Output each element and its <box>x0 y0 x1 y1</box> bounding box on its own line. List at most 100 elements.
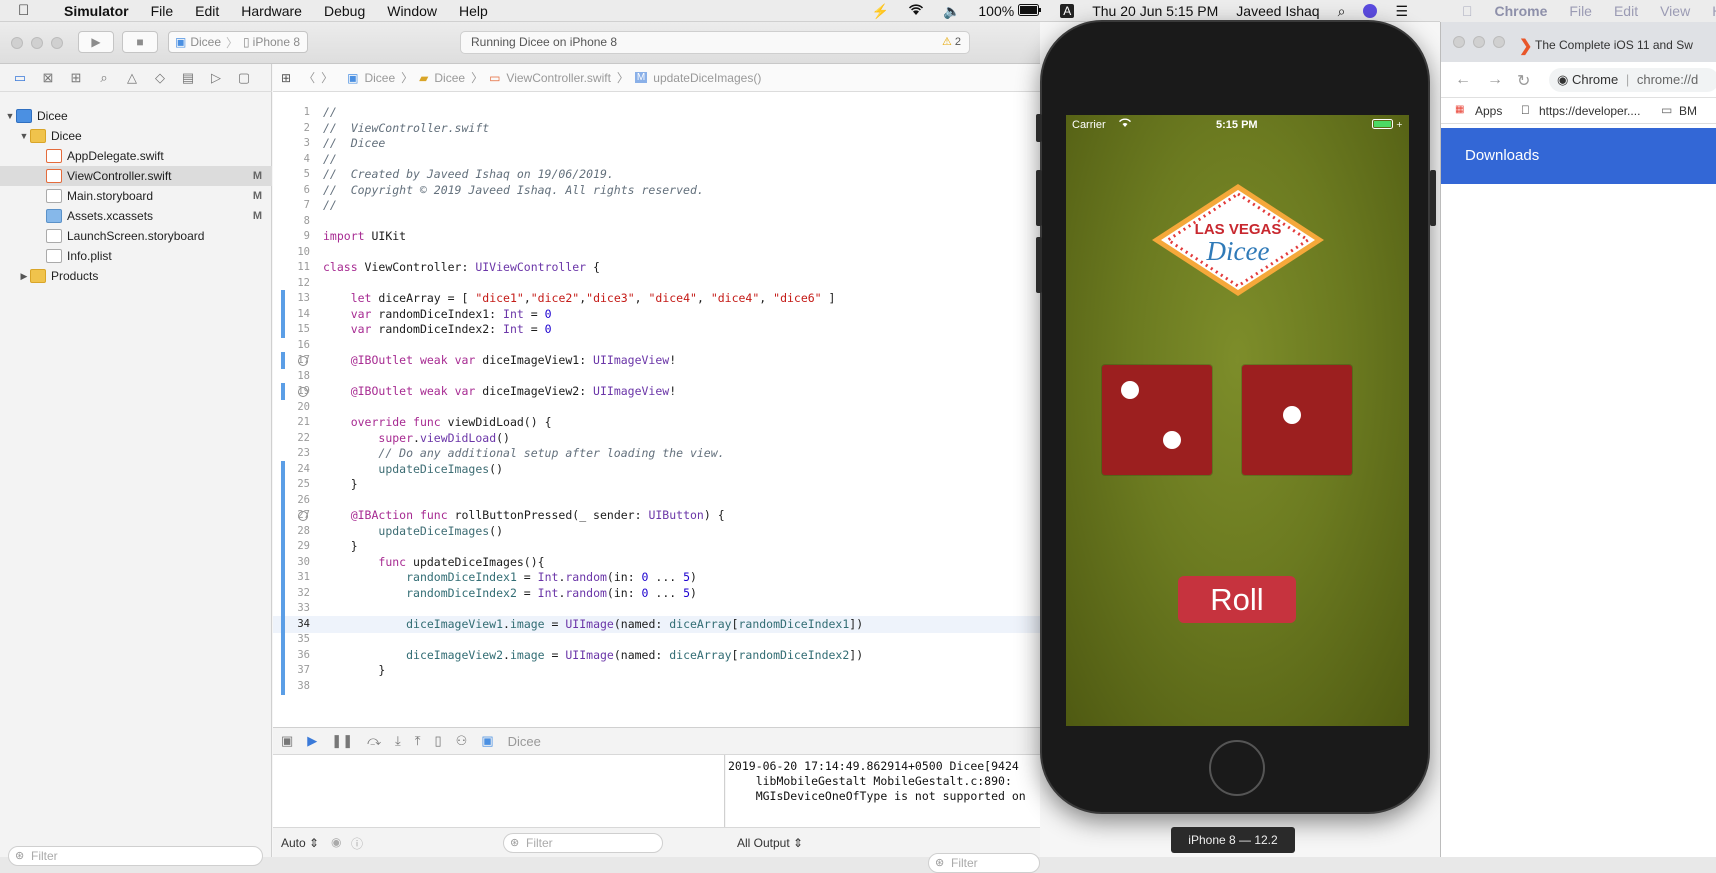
menu-chrome-app[interactable]: Chrome <box>1495 3 1548 19</box>
run-button[interactable]: ▶ <box>78 31 114 53</box>
bookmark-apps[interactable]: Apps <box>1475 104 1502 118</box>
output-selector[interactable]: All Output ⇕ <box>737 836 803 850</box>
code-line[interactable]: 1 // <box>273 104 1040 121</box>
menu-app-name[interactable]: Simulator <box>64 3 129 19</box>
source-control-icon[interactable]: ⊠ <box>34 70 62 86</box>
code-line[interactable]: 11 class ViewController: UIViewController… <box>273 259 1040 276</box>
auto-selector[interactable]: Auto ⇕ <box>281 836 319 850</box>
mute-switch[interactable] <box>1036 114 1042 142</box>
memory-graph-icon[interactable]: ⚇ <box>456 733 468 749</box>
battery-icon[interactable] <box>1018 3 1042 19</box>
menu-chrome-file[interactable]: File <box>1569 3 1592 19</box>
navigator-filter[interactable]: Filter <box>8 846 263 866</box>
omnibox[interactable]: ◉ Chrome | chrome://d <box>1549 68 1716 92</box>
disclosure-open-icon[interactable]: ▼ <box>18 131 30 141</box>
code-line[interactable]: 17 @IBOutlet weak var diceImageView1: UI… <box>273 352 1040 369</box>
code-line[interactable]: 16 <box>273 337 1040 354</box>
volume-up-button[interactable] <box>1036 170 1042 226</box>
chrome-tab[interactable]: The Complete iOS 11 and Sw <box>1535 38 1693 52</box>
console-filter-input[interactable]: Filter <box>928 853 1040 873</box>
code-line[interactable]: 7 // <box>273 197 1040 214</box>
symbol-icon[interactable]: ⊞ <box>62 70 90 86</box>
back-icon[interactable]: ← <box>1455 71 1471 89</box>
tree-file-row[interactable]: AppDelegate.swift <box>0 146 272 166</box>
code-line[interactable]: 32 randomDiceIndex2 = Int.random(in: 0 .… <box>273 584 1040 602</box>
menu-edit[interactable]: Edit <box>195 3 219 19</box>
tree-file-row[interactable]: Assets.xcassets M <box>0 206 272 226</box>
menu-chrome-edit[interactable]: Edit <box>1614 3 1638 19</box>
code-line[interactable]: 26 <box>273 491 1040 509</box>
scheme-selector[interactable]: ▣ Dicee 〉 ▯ iPhone 8 <box>168 31 308 53</box>
view-hierarchy-icon[interactable]: ▯ <box>435 733 442 749</box>
close-window-button[interactable] <box>1453 36 1465 48</box>
menu-file[interactable]: File <box>151 3 174 19</box>
source-editor[interactable]: 1//2// ViewController.swift 3// Dicee 4//5… <box>273 92 1040 727</box>
step-out-icon[interactable]: ⤒ <box>415 733 421 749</box>
back-icon[interactable]: 〈 <box>303 69 315 86</box>
code-line[interactable]: 13 let diceArray = [ "dice1","dice2","di… <box>273 290 1040 307</box>
code-line[interactable]: 23 // Do any additional setup after load… <box>273 445 1040 462</box>
code-line[interactable]: 29 } <box>273 538 1040 555</box>
tree-file-row[interactable]: Main.storyboard M <box>0 186 272 206</box>
tree-group-row[interactable]: ▶ Products <box>0 266 272 286</box>
jump-item[interactable]: Dicee <box>434 71 465 85</box>
tree-project-row[interactable]: ▼ Dicee <box>0 106 272 126</box>
minimize-window-button[interactable] <box>31 37 43 49</box>
notification-center-icon[interactable]: ☰ <box>1395 3 1408 20</box>
code-line[interactable]: 18 <box>273 368 1040 385</box>
siri-icon[interactable] <box>1363 4 1378 18</box>
tree-file-row-selected[interactable]: ViewController.swift M <box>0 166 272 186</box>
report-icon[interactable]: ▢ <box>230 70 258 86</box>
menu-clock[interactable]: Thu 20 Jun 5:15 PM <box>1092 3 1218 19</box>
navigator-filter-input[interactable]: Filter <box>8 846 263 866</box>
reload-icon[interactable]: ↻ <box>1517 71 1530 91</box>
related-items-icon[interactable]: ⊞ <box>281 71 291 85</box>
input-source-icon[interactable]: A <box>1060 4 1075 18</box>
bolt-icon[interactable]: ⚡ <box>872 3 889 20</box>
warning-count[interactable]: ⚠ 2 <box>942 32 961 53</box>
variables-filter-input[interactable]: Filter <box>503 833 663 853</box>
code-line[interactable]: 15 var randomDiceIndex2: Int = 0 <box>273 321 1040 338</box>
tree-file-row[interactable]: Info.plist <box>0 246 272 266</box>
power-button[interactable] <box>1430 170 1436 226</box>
forward-icon[interactable]: 〉 <box>321 69 333 86</box>
home-button[interactable] <box>1209 740 1265 796</box>
breakpoint-nav-icon[interactable]: ▷ <box>202 70 230 86</box>
close-window-button[interactable] <box>11 37 23 49</box>
roll-button[interactable]: Roll <box>1178 576 1296 623</box>
jump-item[interactable]: updateDiceImages() <box>653 71 761 85</box>
code-line[interactable]: 34 diceImageView1.image = UIImage(named:… <box>273 615 1040 633</box>
code-line[interactable]: 6 // Copyright © 2019 Javeed Ishaq. All r… <box>273 182 1040 199</box>
apple-menu-icon[interactable]:  <box>18 2 44 19</box>
volume-icon[interactable]: 🔈 <box>943 3 960 20</box>
code-line[interactable]: 38 <box>273 677 1040 695</box>
tree-group-row[interactable]: ▼ Dicee <box>0 126 272 146</box>
menu-hardware[interactable]: Hardware <box>241 3 302 19</box>
code-line[interactable]: 20 <box>273 399 1040 416</box>
code-line[interactable]: 25 } <box>273 476 1040 493</box>
code-line[interactable]: 5 // Created by Javeed Ishaq on 19/06/201… <box>273 166 1040 183</box>
code-line[interactable]: 10 <box>273 244 1040 261</box>
pause-icon[interactable]: ❚❚ <box>331 733 353 749</box>
volume-down-button[interactable] <box>1036 237 1042 293</box>
issue-icon[interactable]: △ <box>118 70 146 86</box>
menu-debug[interactable]: Debug <box>324 3 365 19</box>
code-line[interactable]: 37 } <box>273 662 1040 679</box>
bookmark-developer[interactable]: https://developer.... <box>1539 104 1640 118</box>
menu-help[interactable]: Help <box>459 3 488 19</box>
forward-icon[interactable]: → <box>1487 71 1503 89</box>
code-line[interactable]: 21 override func viewDidLoad() { <box>273 414 1040 431</box>
bookmark-folder[interactable]: BM <box>1679 104 1697 118</box>
device-screen[interactable]: Carrier 5:15 PM + LAS VEGAS Dicee Roll <box>1066 115 1409 726</box>
menu-window[interactable]: Window <box>387 3 437 19</box>
code-line[interactable]: 2 // ViewController.swift <box>273 120 1040 137</box>
spotlight-icon[interactable]: ⌕ <box>1338 3 1346 20</box>
code-line[interactable]: 36 diceImageView2.image = UIImage(named:… <box>273 646 1040 664</box>
code-line[interactable]: 30 func updateDiceImages(){ <box>273 553 1040 571</box>
code-line[interactable]: 4 // <box>273 151 1040 168</box>
code-line[interactable]: 12 <box>273 275 1040 292</box>
code-line[interactable]: 14 var randomDiceIndex1: Int = 0 <box>273 305 1040 323</box>
eye-icon[interactable]: ◉ <box>331 835 341 849</box>
menu-chrome-history[interactable]: Hi <box>1712 3 1716 19</box>
code-line[interactable]: 33 <box>273 600 1040 617</box>
